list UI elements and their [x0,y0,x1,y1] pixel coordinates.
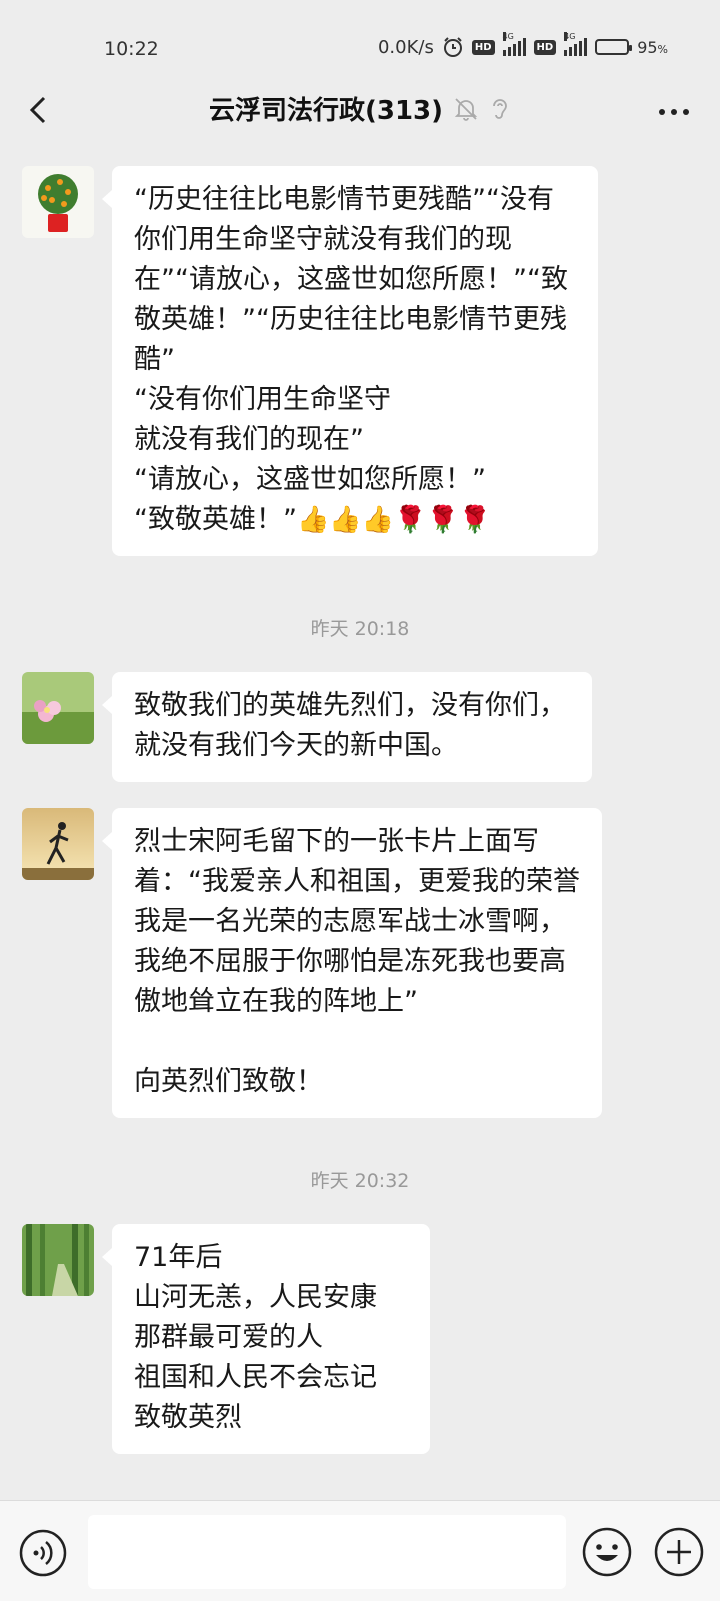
status-icons: 0.0K/s HD 4G HD 4G 95% [377,32,668,58]
message-text: 致敬我们的英雄先烈们，没有你们，就没有我们今天的新中国。 [134,690,566,761]
hd-icon: HD [471,39,495,55]
status-bar: 10:22 0.0K/s HD 4G HD 4G 95% [0,0,720,72]
chat-title: 云浮司法行政(313) [208,96,444,126]
earpiece-icon [493,98,507,119]
message-row: 71年后 山河无恙，人民安康 那群最可爱的人 祖国和人民不会忘记 致敬英烈 [22,1224,430,1454]
message-input[interactable] [88,1515,566,1589]
clock: 10:22 [104,38,159,60]
avatar[interactable] [22,166,94,238]
message-row: “历史往往比电影情节更残酷”“没有你们用生命坚守就没有我们的现在”“请放心，这盛… [22,166,598,556]
network-type: 4G [564,32,576,41]
input-bar [0,1500,720,1601]
avatar[interactable] [22,1224,94,1296]
voice-input-icon[interactable] [18,1528,68,1578]
message-text: 烈士宋阿毛留下的一张卡片上面写着：“我爱亲人和祖国，更爱我的荣誉我是一名光荣的志… [134,826,580,1097]
message-bubble[interactable]: “历史往往比电影情节更残酷”“没有你们用生命坚守就没有我们的现在”“请放心，这盛… [102,166,598,556]
message-bubble[interactable]: 烈士宋阿毛留下的一张卡片上面写着：“我爱亲人和祖国，更爱我的荣誉我是一名光荣的志… [102,808,602,1118]
add-more-icon[interactable] [652,1525,706,1579]
network-speed: 0.0K/s [377,36,434,58]
message-row: 烈士宋阿毛留下的一张卡片上面写着：“我爱亲人和祖国，更爱我的荣誉我是一名光荣的志… [22,808,602,1118]
alarm-icon [443,37,462,57]
network-type: 4G [502,32,514,41]
message-bubble[interactable]: 致敬我们的英雄先烈们，没有你们，就没有我们今天的新中国。 [102,672,592,782]
hd-icon: HD [533,39,557,55]
emoji-row: 👍👍👍🌹🌹🌹 [296,505,492,535]
timestamp: 昨天 20:32 [310,1170,410,1192]
avatar[interactable] [22,672,94,744]
battery-percent: 95% [637,37,668,57]
battery-icon [595,39,633,55]
more-options-icon[interactable] [654,92,694,132]
message-row: 致敬我们的英雄先烈们，没有你们，就没有我们今天的新中国。 [22,672,592,782]
mute-bell-icon [454,97,478,121]
signal-icon: 4G [502,32,526,56]
signal-icon: 4G [564,32,588,56]
avatar[interactable] [22,808,94,880]
message-bubble[interactable]: 71年后 山河无恙，人民安康 那群最可爱的人 祖国和人民不会忘记 致敬英烈 [102,1224,430,1454]
timestamp: 昨天 20:18 [310,618,410,640]
title-group: 云浮司法行政(313) [0,90,720,127]
chat-header: 云浮司法行政(313) [0,72,720,152]
message-text: “历史往往比电影情节更残酷”“没有你们用生命坚守就没有我们的现在”“请放心，这盛… [134,184,568,535]
emoji-icon[interactable] [580,1525,634,1579]
message-text: 71年后 山河无恙，人民安康 那群最可爱的人 祖国和人民不会忘记 致敬英烈 [134,1242,377,1433]
